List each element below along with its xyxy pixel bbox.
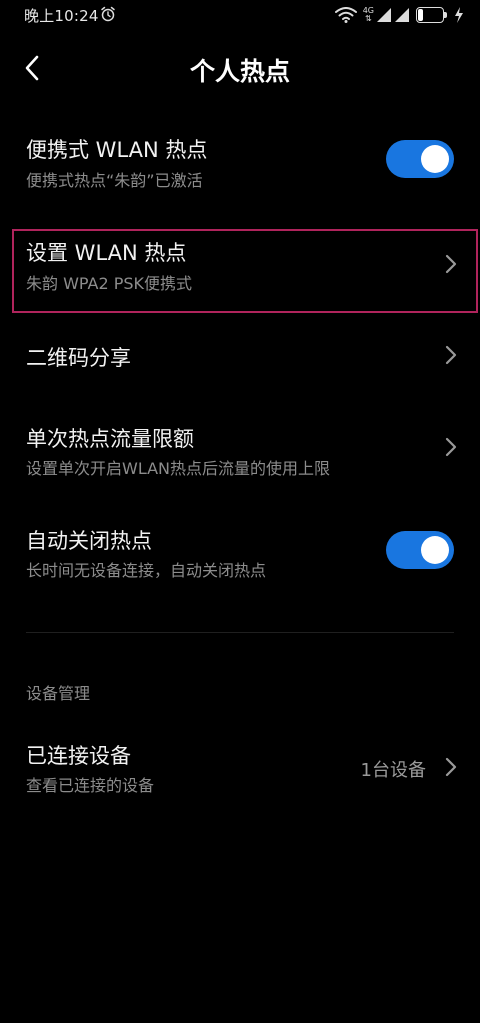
- connected-devices-subtitle: 查看已连接的设备: [26, 776, 155, 795]
- auto-off-row[interactable]: 自动关闭热点 长时间无设备连接，自动关闭热点: [0, 512, 480, 592]
- portable-hotspot-subtitle: 便携式热点“朱韵”已激活: [26, 171, 203, 190]
- setup-hotspot-title: 设置 WLAN 热点: [26, 241, 187, 265]
- status-time: 晚上10:24: [24, 7, 99, 25]
- connected-devices-row[interactable]: 已连接设备 查看已连接的设备 1台设备: [0, 728, 480, 808]
- page-title: 个人热点: [189, 57, 290, 86]
- device-management-header: 设备管理: [26, 684, 91, 703]
- wifi-icon: [334, 7, 357, 23]
- data-arrows-icon: ⇅: [365, 14, 372, 23]
- setup-hotspot-subtitle: 朱韵 WPA2 PSK便携式: [26, 274, 193, 293]
- data-limit-title: 单次热点流量限额: [26, 427, 194, 451]
- status-icons: 4G ⇅ 21: [334, 5, 464, 25]
- auto-off-title: 自动关闭热点: [26, 529, 152, 553]
- chevron-right-icon: [445, 254, 457, 274]
- alarm-clock-icon: [101, 6, 115, 22]
- section-divider: [26, 632, 454, 633]
- connected-devices-count: 1台设备: [360, 760, 426, 781]
- portable-hotspot-title: 便携式 WLAN 热点: [26, 138, 208, 162]
- charging-bolt-icon: [455, 7, 463, 23]
- toggle-knob: [421, 145, 449, 173]
- auto-off-subtitle: 长时间无设备连接，自动关闭热点: [26, 561, 267, 580]
- portable-hotspot-row[interactable]: 便携式 WLAN 热点 便携式热点“朱韵”已激活: [0, 120, 480, 208]
- auto-off-toggle[interactable]: [386, 531, 454, 569]
- status-bar: 晚上10:24 4G ⇅ 21: [0, 0, 480, 30]
- chevron-right-icon: [445, 345, 457, 365]
- chevron-right-icon: [445, 437, 457, 457]
- battery-percent: 21: [422, 8, 438, 21]
- signal-strength-icon: [377, 8, 391, 22]
- data-limit-row[interactable]: 单次热点流量限额 设置单次开启WLAN热点后流量的使用上限: [0, 408, 480, 488]
- toggle-knob: [421, 536, 449, 564]
- setup-hotspot-row[interactable]: 设置 WLAN 热点 朱韵 WPA2 PSK便携式: [0, 229, 480, 313]
- signal-strength-2-icon: [395, 8, 409, 22]
- connected-devices-title: 已连接设备: [26, 744, 131, 768]
- battery-icon: 21: [416, 7, 448, 23]
- data-limit-subtitle: 设置单次开启WLAN热点后流量的使用上限: [26, 459, 331, 478]
- portable-hotspot-toggle[interactable]: [386, 140, 454, 178]
- chevron-right-icon: [445, 757, 457, 777]
- network-type-label: 4G ⇅: [363, 7, 374, 23]
- app-header: 个人热点: [0, 40, 480, 96]
- qr-share-title: 二维码分享: [26, 346, 131, 370]
- qr-share-row[interactable]: 二维码分享: [0, 325, 480, 387]
